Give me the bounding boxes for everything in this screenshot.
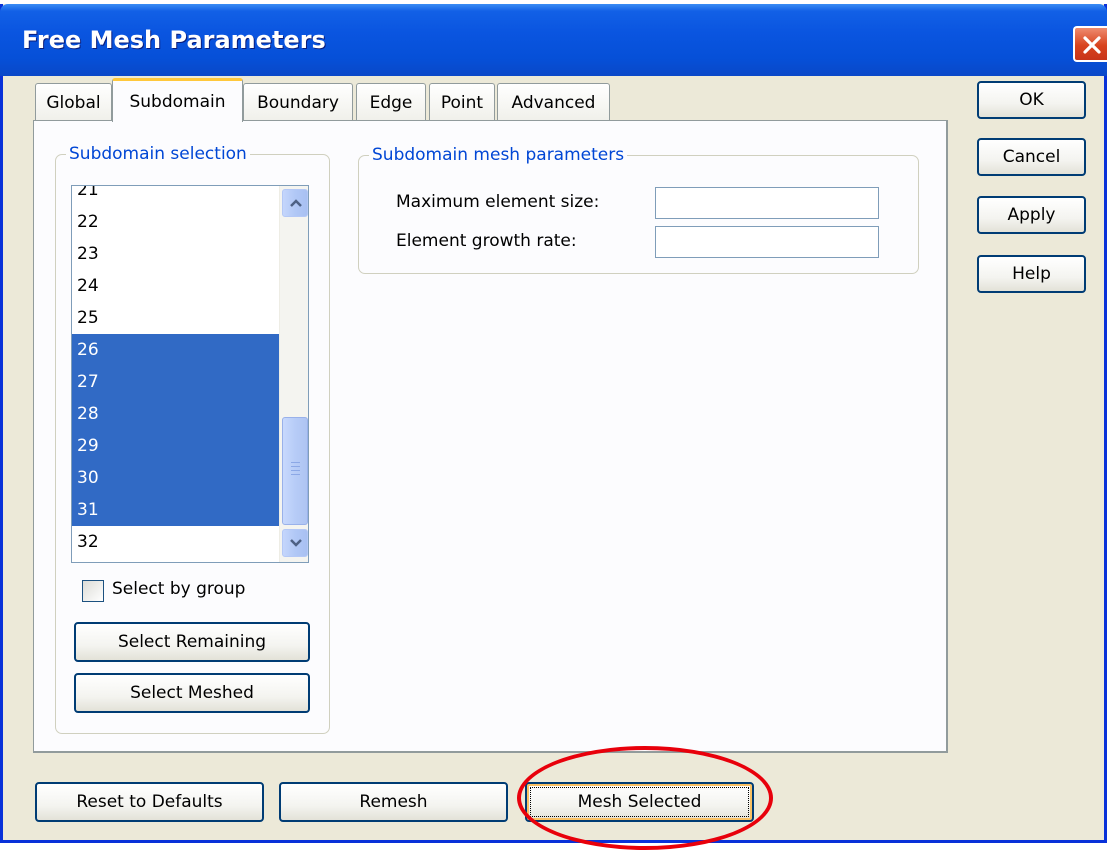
tab-label: Global [46,92,101,113]
cancel-button[interactable]: Cancel [977,138,1086,176]
chevron-up-icon [290,199,302,207]
chevron-down-icon [290,539,302,547]
group-legend: Subdomain mesh parameters [372,145,625,165]
scroll-up-button[interactable] [282,189,308,217]
close-icon [1083,36,1101,54]
reset-to-defaults-button[interactable]: Reset to Defaults [35,782,264,822]
subdomain-listbox[interactable]: 21 22 23 24 25 26 27 28 29 30 31 32 [71,185,309,563]
close-button[interactable] [1073,26,1107,62]
help-button[interactable]: Help [977,255,1086,293]
max-element-size-input[interactable] [655,187,879,219]
group-legend: Subdomain selection [69,144,247,164]
remesh-button[interactable]: Remesh [279,782,508,822]
list-item[interactable]: 25 [72,302,279,334]
list-item-selected[interactable]: 30 [72,462,279,494]
window-title: Free Mesh Parameters [22,26,326,54]
tab-edge[interactable]: Edge [356,83,426,121]
max-element-size-label: Maximum element size: [396,192,600,212]
growth-rate-label: Element growth rate: [396,231,577,251]
scroll-down-button[interactable] [282,529,308,557]
apply-button[interactable]: Apply [977,196,1086,234]
mesh-selected-button[interactable]: Mesh Selected [525,782,754,822]
tab-boundary[interactable]: Boundary [243,83,353,121]
select-by-group-label: Select by group [112,579,246,599]
list-item[interactable]: 23 [72,238,279,270]
list-item[interactable]: 21 [72,186,279,206]
vertical-scrollbar[interactable] [279,186,308,562]
select-by-group-checkbox[interactable] [82,580,104,602]
tab-label: Advanced [511,92,596,113]
tab-advanced[interactable]: Advanced [497,83,610,121]
tab-label: Boundary [257,92,339,113]
tab-point[interactable]: Point [429,83,495,121]
list-item-selected[interactable]: 29 [72,430,279,462]
scroll-thumb[interactable] [282,417,308,525]
select-meshed-button[interactable]: Select Meshed [74,673,310,713]
list-item[interactable]: 24 [72,270,279,302]
tab-label: Edge [369,92,413,113]
list-item[interactable]: 22 [72,206,279,238]
title-bar[interactable]: Free Mesh Parameters [0,4,1107,76]
tab-subdomain[interactable]: Subdomain [112,78,243,122]
tab-global[interactable]: Global [35,83,112,121]
growth-rate-input[interactable] [655,226,879,258]
list-item[interactable]: 32 [72,526,279,558]
list-item-selected[interactable]: 27 [72,366,279,398]
list-item-selected[interactable]: 28 [72,398,279,430]
ok-button[interactable]: OK [977,81,1086,119]
tab-label: Point [440,92,484,113]
list-item-selected[interactable]: 31 [72,494,279,526]
list-item-selected[interactable]: 26 [72,334,279,366]
select-remaining-button[interactable]: Select Remaining [74,622,310,662]
tab-label: Subdomain [129,91,226,112]
